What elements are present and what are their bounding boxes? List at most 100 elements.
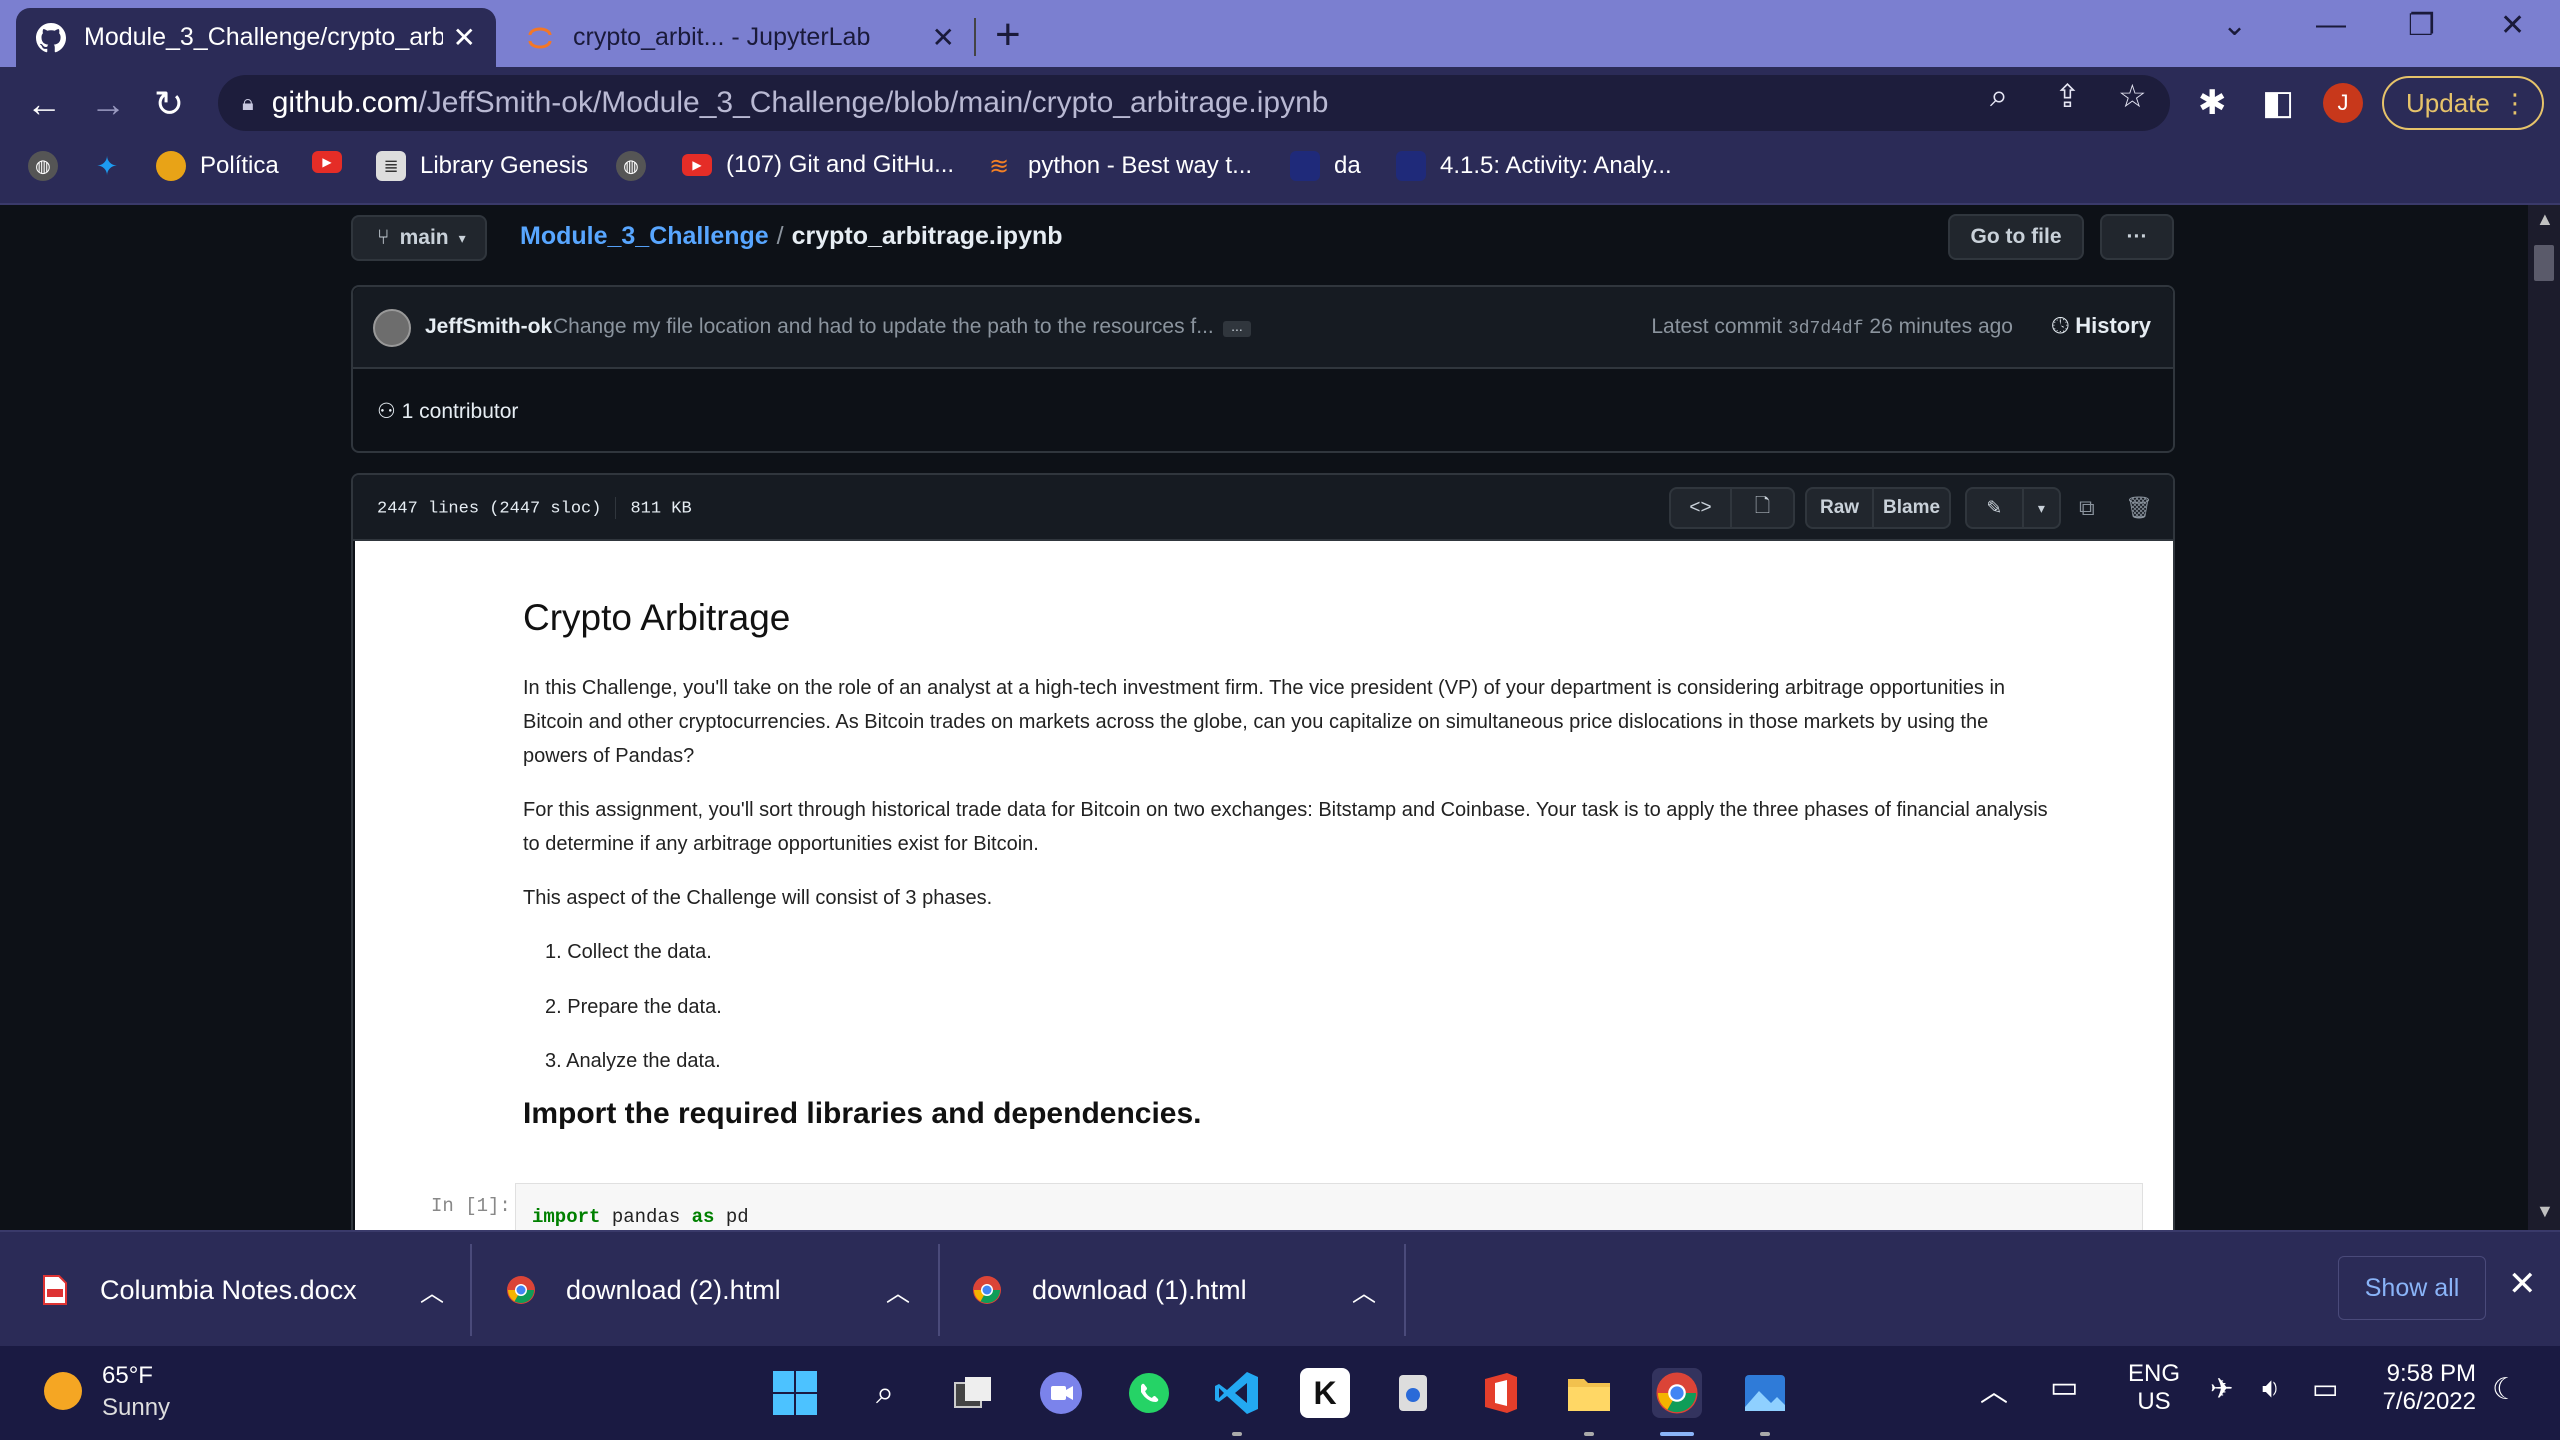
zoom-icon[interactable]: ⌕ (1990, 77, 2008, 115)
branch-selector[interactable]: ⑂ main ▾ (351, 215, 487, 261)
new-tab-button[interactable]: + (995, 10, 1021, 60)
bookmark-twitter[interactable]: ✦ (92, 151, 136, 181)
weather-temperature[interactable]: 65°F (102, 1362, 153, 1390)
share-icon[interactable]: ⇪ (2054, 77, 2081, 115)
kebab-menu-icon[interactable]: ⋮ (2502, 88, 2528, 119)
forward-icon[interactable]: → (90, 83, 126, 125)
close-tab-icon[interactable]: ✕ (932, 21, 955, 54)
repo-link[interactable]: Module_3_Challenge (520, 222, 769, 250)
reload-icon[interactable]: ↻ (154, 83, 184, 125)
close-window-icon[interactable]: ✕ (2500, 8, 2525, 43)
windows-start-icon[interactable] (770, 1368, 820, 1418)
address-bar[interactable]: 🔒︎ github.com/JeffSmith-ok/Module_3_Chal… (218, 75, 2170, 131)
tab-jupyterlab[interactable]: crypto_arbit... - JupyterLab ✕ (505, 8, 975, 67)
chevron-up-icon[interactable]: ︿ (1352, 1273, 1376, 1308)
cell-prompt: In [1]: (431, 1195, 511, 1217)
snipping-tool-icon[interactable] (1388, 1368, 1438, 1418)
side-panel-icon[interactable]: ◧ (2262, 83, 2294, 123)
download-name: download (1).html (1032, 1274, 1247, 1305)
airplane-icon[interactable]: ✈ (2210, 1372, 2233, 1405)
close-tab-icon[interactable]: ✕ (453, 21, 476, 54)
close-icon[interactable]: ✕ (2508, 1264, 2537, 1304)
extensions-icon[interactable]: ✱ (2198, 83, 2227, 123)
download-item[interactable]: download (1).html ︿ (972, 1232, 1402, 1348)
caret-down-icon[interactable]: ▾ (2024, 489, 2059, 527)
bookmark-python[interactable]: ≋ python - Best way t... (984, 151, 1252, 181)
copy-icon[interactable]: ⧉ (2079, 495, 2095, 521)
commit-author[interactable]: JeffSmith-ok (425, 315, 552, 339)
scroll-down-icon[interactable]: ▼ (2536, 1201, 2554, 1222)
minimize-icon[interactable]: — (2316, 8, 2346, 42)
clock[interactable]: 9:58 PM 7/6/2022 (2372, 1360, 2476, 1416)
bookmark-politica[interactable]: Política (156, 151, 279, 181)
pencil-icon[interactable]: ✎ (1967, 489, 2024, 527)
chrome-taskbar-icon[interactable] (1652, 1368, 1702, 1418)
volume-icon[interactable]: 🔉︎ (2262, 1372, 2280, 1405)
download-item[interactable]: Columbia Notes.docx ︿ (40, 1232, 470, 1348)
update-button[interactable]: Update ⋮ (2382, 76, 2544, 130)
do-not-disturb-icon[interactable]: ☾ (2492, 1372, 2519, 1407)
go-to-file-button[interactable]: Go to file (1948, 214, 2084, 260)
vscode-icon[interactable] (1212, 1368, 1262, 1418)
download-item[interactable]: download (2).html ︿ (506, 1232, 936, 1348)
file-view-icon[interactable]: 🗋︎ (1732, 489, 1793, 527)
contributors-link[interactable]: ⚇ 1 contributor (377, 399, 518, 424)
teams-chat-icon[interactable] (1036, 1368, 1086, 1418)
show-all-button[interactable]: Show all (2338, 1256, 2486, 1320)
avatar[interactable] (373, 309, 411, 347)
file-explorer-icon[interactable] (1564, 1368, 1614, 1418)
scroll-thumb[interactable] (2534, 245, 2554, 281)
task-view-icon[interactable] (948, 1368, 998, 1418)
lock-icon[interactable]: 🔒︎ (242, 90, 254, 116)
blame-button[interactable]: Blame (1874, 489, 1949, 527)
whatsapp-icon[interactable] (1124, 1368, 1174, 1418)
weather-sun-icon[interactable] (44, 1372, 82, 1410)
scroll-up-icon[interactable]: ▲ (2536, 209, 2554, 230)
search-icon[interactable]: ⌕ (860, 1368, 910, 1418)
bookmark-activity[interactable]: 4.1.5: Activity: Analy... (1396, 151, 1672, 181)
code-view-icon[interactable]: <> (1671, 489, 1733, 527)
bookmark-git-github[interactable]: ▶ (107) Git and GitHu... (682, 151, 954, 179)
tablet-mode-icon[interactable]: ▭ (2050, 1370, 2078, 1405)
url-host: github.com (271, 86, 419, 119)
bookmark-youtube-1[interactable]: ▶ (312, 151, 356, 173)
bookmark-library-genesis[interactable]: ≣ Library Genesis (376, 151, 588, 181)
photos-icon[interactable] (1740, 1368, 1790, 1418)
code-module: pandas (600, 1206, 692, 1228)
tab-search-icon[interactable]: ⌄ (2222, 8, 2247, 43)
chevron-up-icon[interactable]: ︿ (886, 1273, 910, 1308)
divider (615, 497, 617, 519)
star-icon[interactable]: ☆ (2118, 77, 2147, 115)
profile-avatar[interactable]: J (2323, 83, 2363, 123)
branch-icon: ⑂ (377, 226, 390, 249)
restore-icon[interactable]: ❐ (2408, 8, 2435, 43)
history-icon: 🕓︎ (2051, 313, 2070, 338)
battery-icon[interactable]: ▭ (2312, 1372, 2338, 1405)
trash-icon[interactable]: 🗑︎ (2125, 495, 2153, 521)
weather-condition[interactable]: Sunny (102, 1394, 170, 1422)
bookmark-globe-1[interactable]: ◍ (28, 151, 72, 181)
file-name: crypto_arbitrage.ipynb (791, 222, 1063, 250)
commit-sha[interactable]: 3d7d4df (1788, 319, 1864, 339)
office-icon[interactable] (1476, 1368, 1526, 1418)
back-icon[interactable]: ← (26, 83, 62, 125)
history-link[interactable]: 🕓︎ History (2052, 313, 2151, 339)
chevron-up-icon[interactable]: ︿ (1980, 1370, 2008, 1410)
commit-message[interactable]: Change my file location and had to updat… (553, 315, 1214, 339)
bookmark-label: da (1334, 152, 1361, 179)
tab-github[interactable]: Module_3_Challenge/crypto_arbi ✕ (16, 8, 496, 67)
breadcrumb-separator: / (776, 222, 784, 250)
paragraph-line: powers of Pandas? (523, 745, 695, 767)
expand-commit-button[interactable]: ... (1223, 319, 1251, 337)
chevron-up-icon[interactable]: ︿ (420, 1273, 444, 1308)
page-scrollbar[interactable]: ▲ ▼ (2528, 205, 2560, 1230)
raw-button[interactable]: Raw (1807, 489, 1875, 527)
kindle-icon[interactable]: K (1300, 1368, 1350, 1418)
bookmark-da[interactable]: da (1290, 151, 1361, 181)
bookmark-globe-2[interactable]: ◍ (616, 151, 660, 181)
paragraph-line: Bitcoin and other cryptocurrencies. As B… (523, 711, 1989, 733)
more-options-button[interactable]: ··· (2100, 214, 2174, 260)
language-indicator[interactable]: ENG US (2128, 1360, 2180, 1416)
divider (938, 1244, 940, 1336)
file-header: 2447 lines (2447 sloc) 811 KB <> 🗋︎ Raw B… (353, 475, 2173, 541)
